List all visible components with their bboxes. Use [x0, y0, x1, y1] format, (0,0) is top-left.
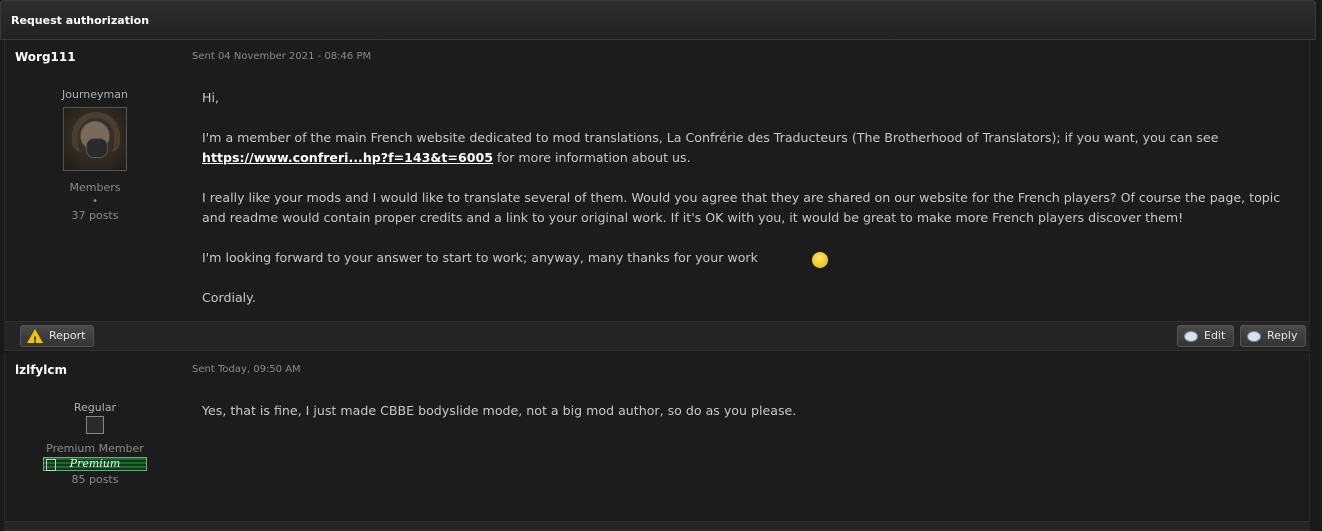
separator-dot: • [92, 196, 98, 207]
edit-button[interactable]: Edit [1177, 325, 1235, 347]
post-paragraph: I'm a member of the main French website … [202, 128, 1285, 168]
avatar[interactable] [63, 107, 127, 171]
topic-title: Request authorization [11, 14, 150, 27]
author-post-count: 37 posts [71, 209, 119, 222]
reply-bubble-icon [1247, 330, 1261, 342]
avatar-gasmask [86, 138, 108, 158]
author-post-count: 85 posts [71, 473, 119, 486]
post-body: Hi, I'm a member of the main French webs… [202, 88, 1285, 328]
post-body: Yes, that is fine, I just made CBBE body… [202, 401, 1285, 441]
post-paragraph: Cordialy. [202, 290, 256, 305]
post-paragraph: I really like your mods and I would like… [202, 190, 1281, 225]
premium-label: Premium [69, 457, 121, 470]
confrerie-link[interactable]: https://www.confreri...hp?f=143&t=6005 [202, 150, 493, 165]
post-actions-bar [4, 521, 1310, 531]
post-text: I'm a member of the main French website … [202, 130, 1219, 145]
post-header: lzlfylcm Sent Today, 09:50 AM [5, 353, 1309, 383]
author-group: Members [69, 181, 121, 194]
topic-title-bar: Request authorization [0, 0, 1316, 40]
reply-label: Reply [1267, 329, 1298, 342]
wink-smiley-icon [811, 251, 828, 268]
message-post-2: lzlfylcm Sent Today, 09:50 AM Regular Pr… [4, 353, 1310, 523]
broken-image-icon [86, 416, 104, 434]
post-author[interactable]: Worg111 [15, 50, 76, 64]
post-header: Worg111 Sent 04 November 2021 - 08:46 PM [5, 40, 1309, 70]
premium-icon [46, 459, 56, 471]
post-actions-bar: Report Edit Reply [4, 321, 1310, 351]
post-author[interactable]: lzlfylcm [15, 363, 67, 377]
premium-badge: Premium [43, 457, 147, 471]
edit-label: Edit [1204, 329, 1226, 342]
reply-button[interactable]: Reply [1240, 325, 1307, 347]
author-rank: Regular [73, 401, 117, 414]
post-date: Sent Today, 09:50 AM [192, 364, 301, 375]
message-post-1: Worg111 Sent 04 November 2021 - 08:46 PM… [4, 40, 1310, 321]
author-info: Journeyman Members • 37 posts [5, 88, 185, 222]
warning-icon [27, 329, 43, 351]
author-rank: Journeyman [62, 88, 128, 101]
post-text: for more information about us. [493, 150, 691, 165]
report-button[interactable]: Report [20, 325, 95, 351]
edit-bubble-icon [1184, 330, 1198, 342]
post-date: Sent 04 November 2021 - 08:46 PM [192, 51, 372, 62]
report-label: Report [49, 329, 86, 342]
post-paragraph: Hi, [202, 90, 219, 105]
author-info: Regular Premium Member Premium 85 posts [5, 401, 185, 486]
post-text: I'm looking forward to your answer to st… [202, 250, 758, 265]
author-group: Premium Member [46, 442, 144, 455]
post-paragraph: I'm looking forward to your answer to st… [202, 248, 1285, 268]
post-paragraph: Yes, that is fine, I just made CBBE body… [202, 403, 797, 418]
